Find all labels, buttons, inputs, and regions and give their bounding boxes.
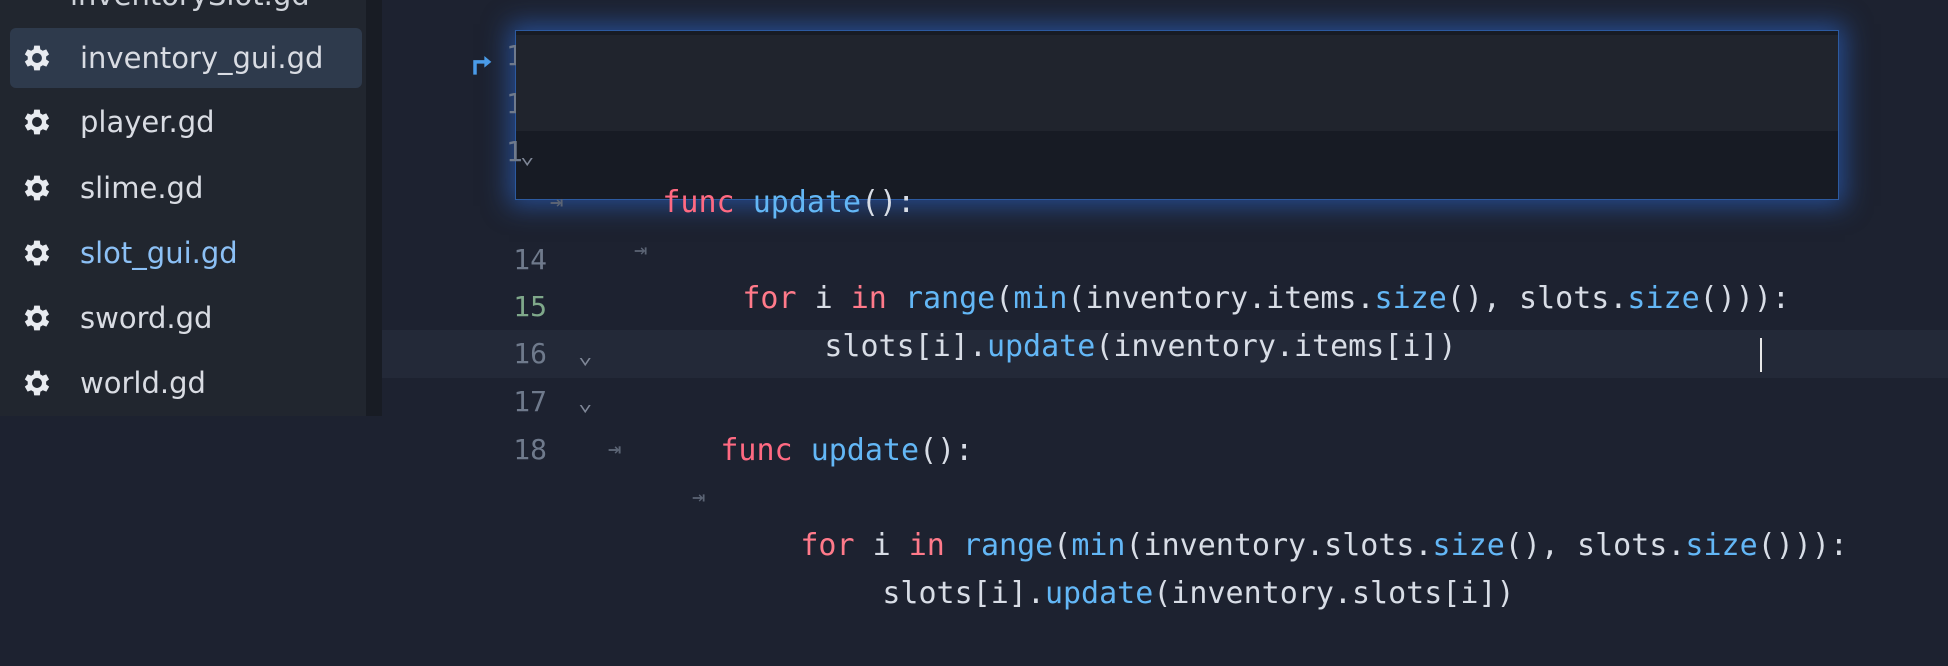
file-sidebar: inventorySlot.gd inventory_gui.gd player…	[0, 0, 366, 416]
gear-icon	[20, 41, 54, 75]
panel-divider[interactable]	[366, 0, 382, 416]
file-name: slime.gd	[80, 171, 204, 205]
method-name: update	[986, 329, 1096, 364]
file-name: slot_gui.gd	[80, 236, 238, 270]
gear-icon	[20, 236, 54, 270]
code-text: slots[i].update(inventory.slots[i])	[774, 522, 1515, 666]
file-item-partial[interactable]: inventorySlot.gd	[70, 0, 310, 12]
code-text: (inventory.items[i])	[1095, 329, 1457, 364]
tab-marker-icon: ⇥	[550, 190, 564, 215]
code-text: (), slots.	[1446, 281, 1628, 316]
code-punct: ():	[919, 433, 974, 468]
keyword: func	[662, 185, 735, 220]
method-name: size	[1627, 281, 1700, 316]
code-line: ⌄ func update():	[516, 35, 1838, 220]
file-item-player[interactable]: player.gd	[10, 92, 362, 152]
file-item-slime[interactable]: slime.gd	[10, 158, 362, 218]
gear-icon	[20, 366, 54, 400]
return-arrow-icon[interactable]	[468, 49, 496, 77]
gear-icon	[20, 105, 54, 139]
file-name: inventory_gui.gd	[80, 41, 324, 75]
code-line: ⌄ ⇥ for i in range(min(inventory.items.s…	[516, 83, 1838, 316]
file-name: player.gd	[80, 105, 215, 139]
file-name: world.gd	[80, 366, 206, 400]
code-text: ())):	[1757, 528, 1848, 563]
file-item-inventory-gui[interactable]: inventory_gui.gd	[10, 28, 362, 88]
sticky-scope-popup[interactable]: 1 1 1 ⌄ func update(): ⌄ ⇥ for i in rang…	[473, 30, 1839, 364]
function-name: update	[810, 433, 920, 468]
code-text: (), slots.	[1504, 528, 1686, 563]
code-text: slots[i].	[824, 329, 987, 364]
file-item-world[interactable]: world.gd	[10, 353, 362, 413]
code-text: slots[i].update(inventory.items[i])	[716, 275, 1457, 419]
tab-marker-icon: ⇥	[692, 485, 706, 510]
code-line: ⇥ ⇥ slots[i].update(inventory.items[i])	[516, 131, 1838, 364]
function-name: update	[752, 185, 862, 220]
keyword: func	[720, 433, 793, 468]
line-number: 18	[513, 433, 547, 466]
code-text: ())):	[1699, 281, 1790, 316]
gear-icon	[20, 171, 54, 205]
file-name: sword.gd	[80, 301, 213, 335]
tab-marker-icon: ⇥	[634, 238, 648, 263]
code-text: slots[i].	[882, 576, 1045, 611]
code-punct: ():	[861, 185, 916, 220]
method-name: size	[1685, 528, 1758, 563]
code-text: (inventory.slots[i])	[1153, 576, 1515, 611]
file-item-sword[interactable]: sword.gd	[10, 288, 362, 348]
tab-marker-icon: ⇥	[608, 437, 622, 462]
method-name: update	[1044, 576, 1154, 611]
file-item-slot-gui[interactable]: slot_gui.gd	[10, 223, 362, 283]
gear-icon	[20, 301, 54, 335]
